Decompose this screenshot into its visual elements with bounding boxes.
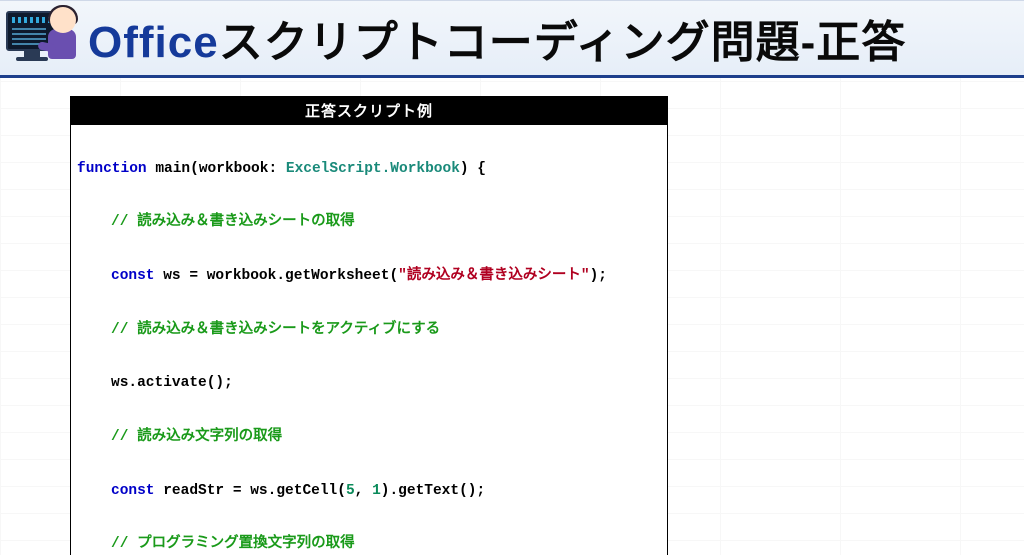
param-type: ExcelScript.Workbook xyxy=(286,161,460,177)
coder-avatar-icon xyxy=(6,5,78,71)
code-text: readStr = ws.getCell( xyxy=(163,483,346,499)
title-office: Office xyxy=(88,18,219,67)
code-text: ws.activate(); xyxy=(111,375,233,391)
comment: // プログラミング置換文字列の取得 xyxy=(111,536,355,552)
comment: // 読み込み＆書き込みシートの取得 xyxy=(111,214,355,230)
code-block: 正答スクリプト例 function main(workbook: ExcelSc… xyxy=(70,96,668,555)
kw-function: function xyxy=(77,161,147,177)
code-block-body: function main(workbook: ExcelScript.Work… xyxy=(71,125,667,555)
kw-const: const xyxy=(111,268,155,284)
number-literal: 1 xyxy=(372,483,381,499)
code-text: ws = workbook.getWorksheet( xyxy=(163,268,398,284)
code-block-title: 正答スクリプト例 xyxy=(71,97,667,125)
code-text: ).getText(); xyxy=(381,483,485,499)
kw-const: const xyxy=(111,483,155,499)
param-name: workbook xyxy=(199,161,269,177)
fn-name: main xyxy=(155,161,190,177)
string-literal: "読み込み＆書き込みシート" xyxy=(398,268,589,284)
page-title: Officeスクリプトコーディング問題-正答 xyxy=(88,6,906,70)
title-banner: Officeスクリプトコーディング問題-正答 xyxy=(0,0,1024,78)
number-literal: 5 xyxy=(346,483,355,499)
comment: // 読み込み文字列の取得 xyxy=(111,429,282,445)
comment: // 読み込み＆書き込みシートをアクティブにする xyxy=(111,322,440,338)
title-rest: スクリプトコーディング問題-正答 xyxy=(219,18,907,67)
